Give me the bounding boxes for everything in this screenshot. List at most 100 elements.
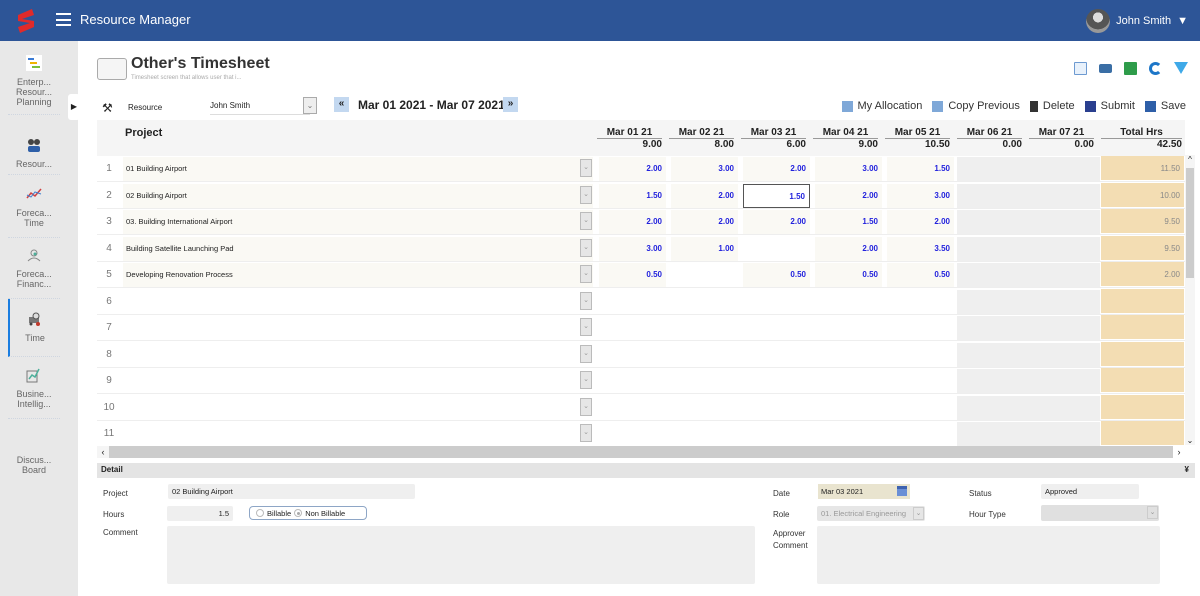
hours-cell[interactable] (887, 422, 954, 446)
hours-field[interactable]: 1.5 (167, 506, 233, 521)
hours-cell[interactable] (671, 396, 738, 420)
hours-cell[interactable]: 2.00 (671, 183, 738, 208)
hours-cell[interactable] (743, 237, 810, 261)
excel-export-icon[interactable] (1124, 62, 1137, 75)
preview-icon[interactable] (1074, 62, 1087, 75)
hours-cell[interactable]: 2.00 (743, 210, 810, 234)
resource-select[interactable]: John Smith (210, 96, 310, 115)
hours-cell[interactable] (815, 290, 882, 314)
project-cell[interactable] (123, 369, 593, 393)
hours-cell[interactable]: 1.50 (887, 157, 954, 181)
collapse-icon[interactable]: ¥ (1185, 465, 1189, 474)
scroll-up-icon[interactable]: ^ (1185, 155, 1195, 164)
project-dropdown-chevron-icon[interactable]: ⌄ (580, 424, 592, 442)
project-cell[interactable]: Building Satellite Launching Pad (123, 236, 593, 261)
hours-cell[interactable]: 0.50 (743, 263, 810, 287)
hours-cell[interactable] (815, 369, 882, 393)
project-dropdown-chevron-icon[interactable]: ⌄ (580, 318, 592, 336)
save-button[interactable]: Save (1144, 100, 1186, 112)
project-cell[interactable]: 02 Building Airport (123, 183, 593, 208)
billable-radio[interactable] (256, 509, 264, 517)
delete-button[interactable]: Delete (1029, 100, 1075, 112)
hours-cell[interactable] (599, 369, 666, 393)
horizontal-scrollbar[interactable]: ‹ › (97, 446, 1185, 458)
hours-cell[interactable]: 2.00 (815, 236, 882, 261)
sidebar-item-enterprise-resource-planning[interactable]: Enterp... Resour... Planning (8, 55, 60, 115)
project-field[interactable]: 02 Building Airport (168, 484, 415, 499)
hours-cell[interactable] (815, 396, 882, 420)
hours-cell[interactable] (671, 422, 738, 446)
hour-type-select[interactable]: ⌄ (1041, 505, 1159, 521)
hours-cell[interactable] (743, 343, 810, 367)
hour-type-dropdown-chevron-icon[interactable]: ⌄ (1147, 506, 1158, 519)
calendar-icon[interactable] (897, 486, 907, 496)
hours-cell[interactable] (743, 369, 810, 393)
hours-cell[interactable]: 3.00 (815, 157, 882, 181)
project-dropdown-chevron-icon[interactable]: ⌄ (580, 265, 592, 283)
hours-cell[interactable]: 0.50 (599, 263, 666, 287)
hours-cell[interactable]: 1.00 (671, 236, 738, 261)
hours-cell[interactable] (599, 290, 666, 314)
hours-cell[interactable]: 2.00 (599, 157, 666, 181)
scroll-right-icon[interactable]: › (1173, 446, 1185, 458)
hours-cell[interactable]: 1.50 (815, 210, 882, 234)
sidebar-item-discussion-board[interactable]: Discus... Board (8, 455, 60, 485)
hours-cell[interactable] (671, 290, 738, 314)
role-select[interactable]: 01. Electrical Engineering ⌄ (817, 506, 925, 521)
hours-cell[interactable] (815, 422, 882, 446)
project-dropdown-chevron-icon[interactable]: ⌄ (580, 159, 592, 177)
hours-cell[interactable] (887, 343, 954, 367)
hours-cell[interactable] (599, 396, 666, 420)
non-billable-radio[interactable] (294, 509, 303, 517)
sidebar-item-time[interactable]: Time (8, 299, 60, 357)
hours-cell[interactable] (815, 316, 882, 340)
project-dropdown-chevron-icon[interactable]: ⌄ (580, 291, 592, 310)
project-dropdown-chevron-icon[interactable]: ⌄ (580, 397, 592, 416)
menu-icon[interactable] (56, 13, 71, 26)
hours-cell[interactable]: 0.50 (887, 263, 954, 287)
project-cell[interactable]: Developing Renovation Process (123, 263, 593, 287)
hours-cell[interactable] (671, 316, 738, 340)
submit-button[interactable]: Submit (1084, 100, 1135, 112)
scroll-left-icon[interactable]: ‹ (97, 446, 109, 458)
hours-cell[interactable]: 2.00 (887, 210, 954, 234)
sidebar-item-resources[interactable]: Resour... (8, 137, 60, 175)
refresh-icon[interactable] (1149, 62, 1162, 75)
sidebar-item-forecast-financial[interactable]: Foreca... Financ... (8, 247, 60, 299)
hours-cell[interactable]: 1.50 (743, 183, 810, 208)
hours-cell[interactable] (743, 316, 810, 340)
sidebar-expand-toggle[interactable]: ▶ (68, 94, 80, 120)
hours-cell[interactable] (815, 343, 882, 367)
comment-textarea[interactable] (167, 526, 755, 584)
date-field[interactable]: Mar 03 2021 (818, 484, 910, 499)
hours-cell[interactable] (887, 316, 954, 340)
hours-cell[interactable]: 3.00 (671, 157, 738, 181)
hours-cell[interactable]: 3.00 (599, 236, 666, 261)
project-dropdown-chevron-icon[interactable]: ⌄ (580, 238, 592, 257)
hours-cell[interactable] (743, 396, 810, 420)
resource-dropdown-chevron-icon[interactable]: ⌄ (303, 97, 317, 114)
hours-cell[interactable]: 1.50 (599, 183, 666, 208)
project-dropdown-chevron-icon[interactable]: ⌄ (580, 344, 592, 363)
project-cell[interactable]: 03. Building International Airport (123, 210, 593, 234)
hours-cell[interactable]: 2.00 (815, 183, 882, 208)
project-cell[interactable] (123, 289, 593, 314)
copy-previous-button[interactable]: Copy Previous (932, 100, 1020, 112)
hours-cell[interactable]: 2.00 (599, 210, 666, 234)
hours-cell[interactable] (671, 263, 738, 287)
app-logo-icon[interactable] (14, 7, 38, 35)
scroll-down-icon[interactable]: ⌄ (1185, 436, 1195, 445)
hours-cell[interactable] (887, 369, 954, 393)
sidebar-item-business-intelligence[interactable]: Busine... Intellig... (8, 367, 60, 419)
print-icon[interactable] (1099, 64, 1112, 73)
hours-cell[interactable] (743, 422, 810, 446)
next-week-button[interactable]: » (503, 97, 518, 112)
scroll-thumb[interactable] (1186, 168, 1194, 278)
project-cell[interactable] (123, 316, 593, 340)
my-allocation-button[interactable]: My Allocation (841, 100, 922, 112)
previous-week-button[interactable]: « (334, 97, 349, 112)
role-dropdown-chevron-icon[interactable]: ⌄ (913, 507, 924, 520)
vertical-scrollbar[interactable]: ^ ⌄ (1185, 155, 1195, 445)
project-cell[interactable] (123, 342, 593, 367)
project-cell[interactable] (123, 395, 593, 420)
